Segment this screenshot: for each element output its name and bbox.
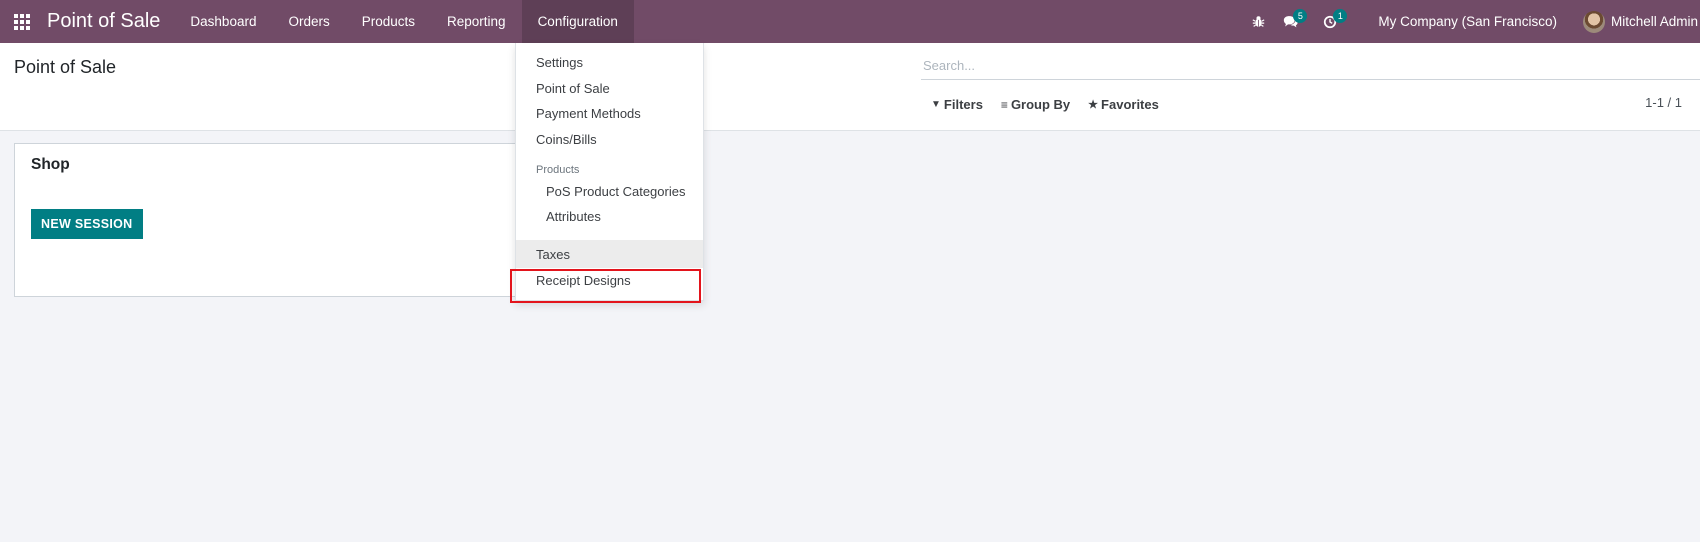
new-session-button[interactable]: NEW SESSION [31, 209, 143, 239]
configuration-dropdown: Settings Point of Sale Payment Methods C… [515, 43, 704, 301]
search-bar [921, 52, 1700, 80]
menu-orders[interactable]: Orders [272, 0, 345, 43]
debug-bug-icon[interactable] [1242, 0, 1274, 43]
top-navbar: Point of Sale Dashboard Orders Products … [0, 0, 1700, 43]
search-input[interactable] [921, 52, 1700, 79]
group-by-label: Group By [1010, 97, 1071, 112]
card-title: Shop [31, 156, 70, 173]
favorites-label: Favorites [1101, 97, 1159, 112]
list-bars-icon: ≡ [1000, 97, 1008, 112]
user-name: Mitchell Admin [1610, 14, 1698, 29]
dropdown-item-payment-methods[interactable]: Payment Methods [516, 101, 703, 125]
systray: 5 1 My Company (San Francisco) Mitchell … [1242, 0, 1700, 43]
dropdown-item-receipt-designs[interactable]: Receipt Designs [516, 268, 703, 292]
menu-products[interactable]: Products [346, 0, 431, 43]
control-panel: Point of Sale ▼ Filters ≡ Group By ★ Fav… [0, 43, 1700, 131]
user-menu[interactable]: Mitchell Admin [1582, 10, 1700, 33]
filters-button[interactable]: ▼ Filters [931, 97, 983, 112]
dropdown-item-settings[interactable]: Settings [516, 50, 703, 74]
dropdown-item-point-of-sale[interactable]: Point of Sale [516, 76, 703, 100]
search-options: ▼ Filters ≡ Group By ★ Favorites [931, 97, 1177, 112]
pager-value[interactable]: 1-1 / 1 [1645, 95, 1682, 110]
filter-funnel-icon: ▼ [931, 99, 941, 110]
dropdown-section-products: Products [536, 164, 580, 176]
filters-label: Filters [943, 97, 983, 112]
pos-config-card: Shop NEW SESSION [14, 143, 534, 297]
company-switcher[interactable]: My Company (San Francisco) [1346, 14, 1583, 29]
page-title: Point of Sale [14, 57, 117, 77]
messages-count-badge: 5 [1293, 9, 1308, 23]
menu-configuration[interactable]: Configuration [521, 0, 634, 43]
dropdown-item-coins-bills[interactable]: Coins/Bills [516, 127, 703, 151]
apps-grid-icon[interactable] [0, 0, 44, 43]
dropdown-item-pos-product-categories[interactable]: PoS Product Categories [516, 179, 703, 203]
favorites-button[interactable]: ★ Favorites [1088, 97, 1159, 112]
dropdown-item-attributes[interactable]: Attributes [516, 204, 703, 228]
main-menu: Dashboard Orders Products Reporting Conf… [174, 0, 634, 43]
avatar [1582, 10, 1605, 33]
menu-dashboard[interactable]: Dashboard [174, 0, 272, 43]
activities-count-badge: 1 [1333, 9, 1348, 23]
activities-clock-icon[interactable]: 1 [1314, 0, 1348, 43]
app-brand[interactable]: Point of Sale [44, 10, 174, 33]
group-by-button[interactable]: ≡ Group By [1001, 97, 1070, 112]
messages-chat-icon[interactable]: 5 [1274, 0, 1308, 43]
menu-reporting[interactable]: Reporting [431, 0, 522, 43]
dropdown-item-taxes[interactable]: Taxes [516, 240, 703, 268]
star-icon: ★ [1088, 99, 1099, 111]
